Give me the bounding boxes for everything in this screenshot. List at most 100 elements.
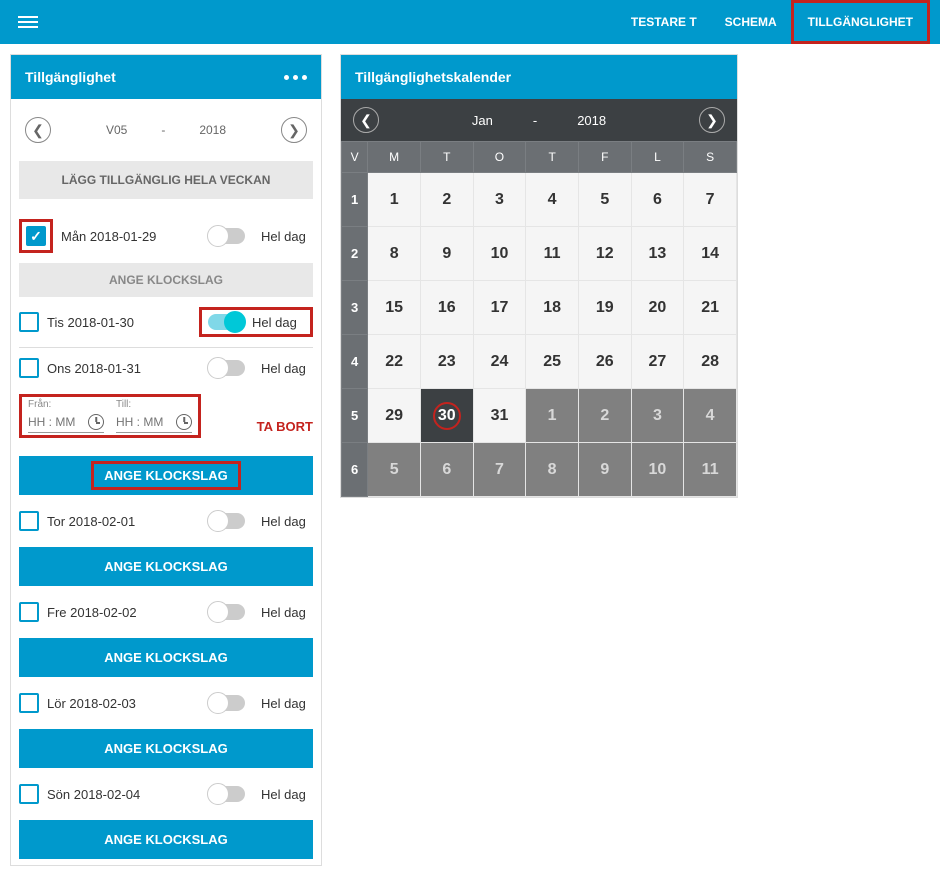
calendar-day[interactable]: 18 xyxy=(526,281,579,335)
ange-button-thu[interactable]: ANGE KLOCKSLAG xyxy=(19,547,313,586)
calendar-day[interactable]: 9 xyxy=(578,443,631,497)
calendar-day[interactable]: 1 xyxy=(526,389,579,443)
calendar-day[interactable]: 20 xyxy=(631,281,684,335)
week-number: 5 xyxy=(342,389,368,443)
calendar-day[interactable]: 25 xyxy=(526,335,579,389)
weekday-header: F xyxy=(578,142,631,173)
more-icon[interactable] xyxy=(284,75,307,80)
calendar-day[interactable]: 5 xyxy=(368,443,421,497)
week-number: 4 xyxy=(342,335,368,389)
calendar-day[interactable]: 1 xyxy=(368,173,421,227)
day-row-wed: Ons 2018-01-31 Hel dag xyxy=(11,348,321,388)
checkbox-tue[interactable] xyxy=(19,312,39,332)
calendar-day[interactable]: 3 xyxy=(631,389,684,443)
nav-schema[interactable]: SCHEMA xyxy=(711,3,791,41)
ange-button-wed[interactable]: ANGE KLOCKSLAG xyxy=(19,456,313,495)
toggle-mon[interactable] xyxy=(209,228,245,244)
calendar-day[interactable]: 4 xyxy=(526,173,579,227)
ange-button-fri[interactable]: ANGE KLOCKSLAG xyxy=(19,638,313,677)
week-number: 6 xyxy=(342,443,368,497)
calendar-day[interactable]: 12 xyxy=(578,227,631,281)
calendar-day[interactable]: 11 xyxy=(526,227,579,281)
add-full-week-button[interactable]: LÄGG TILLGÄNGLIG HELA VECKAN xyxy=(19,161,313,199)
week-number: 2 xyxy=(342,227,368,281)
checkbox-wed[interactable] xyxy=(19,358,39,378)
day-label: Ons 2018-01-31 xyxy=(47,361,201,376)
calendar-day[interactable]: 7 xyxy=(473,443,526,497)
calendar-day[interactable]: 27 xyxy=(631,335,684,389)
day-label: Lör 2018-02-03 xyxy=(47,696,201,711)
calendar-day[interactable]: 29 xyxy=(368,389,421,443)
day-label: Tor 2018-02-01 xyxy=(47,514,201,529)
day-row-mon: Mån 2018-01-29 Hel dag xyxy=(11,209,321,263)
checkbox-thu[interactable] xyxy=(19,511,39,531)
calendar-day[interactable]: 2 xyxy=(578,389,631,443)
day-label: Tis 2018-01-30 xyxy=(47,315,191,330)
prev-week-icon[interactable]: ❮ xyxy=(25,117,51,143)
calendar-day[interactable]: 6 xyxy=(420,443,473,497)
toggle-sun[interactable] xyxy=(209,786,245,802)
day-label: Mån 2018-01-29 xyxy=(61,229,201,244)
from-input[interactable] xyxy=(28,415,82,429)
ange-label: ANGE KLOCKSLAG xyxy=(19,263,313,297)
calendar-day[interactable]: 24 xyxy=(473,335,526,389)
toggle-wed[interactable] xyxy=(209,360,245,376)
calendar-day[interactable]: 30 xyxy=(420,389,473,443)
calendar-day[interactable]: 3 xyxy=(473,173,526,227)
nav-availability[interactable]: TILLGÄNGLIGHET xyxy=(791,0,930,44)
calendar-day[interactable]: 10 xyxy=(631,443,684,497)
calendar-day[interactable]: 28 xyxy=(684,335,737,389)
toggle-label: Hel dag xyxy=(261,605,313,620)
toggle-tue[interactable] xyxy=(208,314,244,330)
toggle-label: Hel dag xyxy=(261,787,313,802)
checkbox-sat[interactable] xyxy=(19,693,39,713)
calendar-day[interactable]: 7 xyxy=(684,173,737,227)
next-week-icon[interactable]: ❯ xyxy=(281,117,307,143)
toggle-label: Hel dag xyxy=(252,315,304,330)
calendar-day[interactable]: 10 xyxy=(473,227,526,281)
ange-button-sun[interactable]: ANGE KLOCKSLAG xyxy=(19,820,313,859)
toggle-sat[interactable] xyxy=(209,695,245,711)
prev-month-icon[interactable]: ❮ xyxy=(353,107,379,133)
clock-icon xyxy=(176,414,192,430)
calendar-day[interactable]: 23 xyxy=(420,335,473,389)
weekday-header: T xyxy=(420,142,473,173)
calendar-day[interactable]: 15 xyxy=(368,281,421,335)
calendar-day[interactable]: 22 xyxy=(368,335,421,389)
checkbox-sun[interactable] xyxy=(19,784,39,804)
calendar-day[interactable]: 9 xyxy=(420,227,473,281)
calendar-day[interactable]: 6 xyxy=(631,173,684,227)
toggle-thu[interactable] xyxy=(209,513,245,529)
calendar-day[interactable]: 13 xyxy=(631,227,684,281)
calendar-day[interactable]: 21 xyxy=(684,281,737,335)
calendar-day[interactable]: 8 xyxy=(526,443,579,497)
nav-user[interactable]: TESTARE T xyxy=(617,3,711,41)
remove-button[interactable]: TA BORT xyxy=(257,419,313,438)
calendar-day[interactable]: 31 xyxy=(473,389,526,443)
calendar-day[interactable]: 5 xyxy=(578,173,631,227)
day-row-tue: Tis 2018-01-30 Hel dag xyxy=(11,297,321,347)
day-row-sun: Sön 2018-02-04 Hel dag xyxy=(11,774,321,814)
checkbox-mon[interactable] xyxy=(26,226,46,246)
checkbox-fri[interactable] xyxy=(19,602,39,622)
calendar-day[interactable]: 19 xyxy=(578,281,631,335)
calendar-day[interactable]: 17 xyxy=(473,281,526,335)
toggle-fri[interactable] xyxy=(209,604,245,620)
calendar-day[interactable]: 8 xyxy=(368,227,421,281)
calendar-day[interactable]: 14 xyxy=(684,227,737,281)
calendar-day[interactable]: 4 xyxy=(684,389,737,443)
toggle-label: Hel dag xyxy=(261,229,313,244)
calendar-grid: VMTOTFLS 1123456728910111213143151617181… xyxy=(341,141,737,497)
calendar-day[interactable]: 16 xyxy=(420,281,473,335)
to-input[interactable] xyxy=(116,415,170,429)
weekday-header: T xyxy=(526,142,579,173)
calendar-day[interactable]: 26 xyxy=(578,335,631,389)
calendar-title: Tillgänglighetskalender xyxy=(341,55,737,99)
calendar-day[interactable]: 11 xyxy=(684,443,737,497)
weekday-header: S xyxy=(684,142,737,173)
ange-button-sat[interactable]: ANGE KLOCKSLAG xyxy=(19,729,313,768)
menu-icon[interactable] xyxy=(10,5,46,39)
calendar-day[interactable]: 2 xyxy=(420,173,473,227)
clock-icon xyxy=(88,414,104,430)
next-month-icon[interactable]: ❯ xyxy=(699,107,725,133)
